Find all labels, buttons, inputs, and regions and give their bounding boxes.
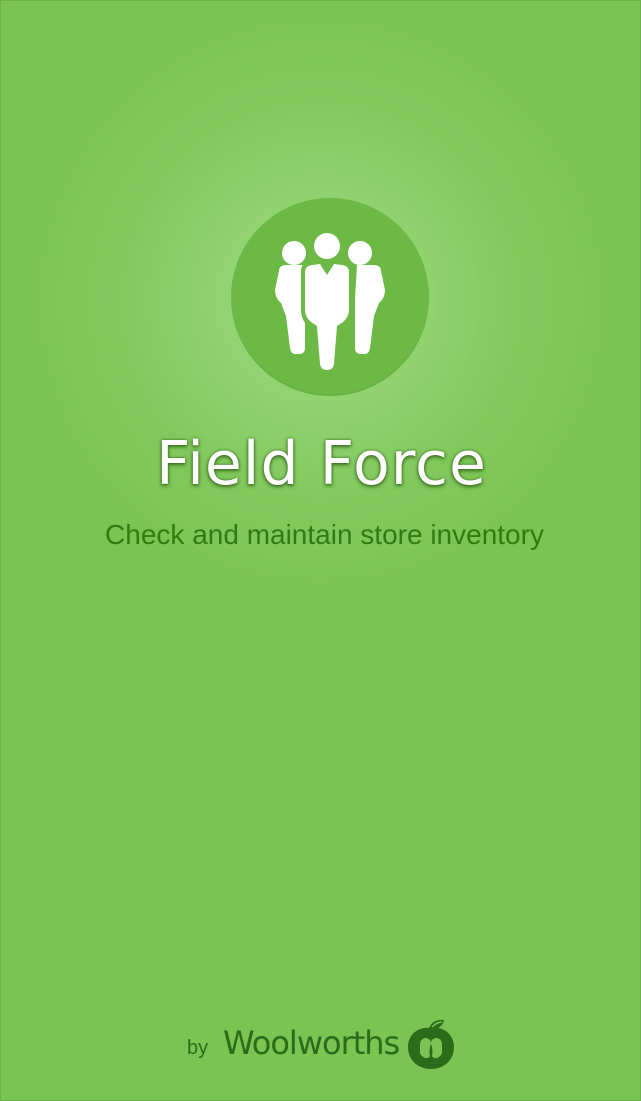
team-people-icon [275, 229, 385, 374]
woolworths-logo-icon [408, 1019, 454, 1069]
app-title: Field Force [156, 429, 487, 499]
footer-branding: by Woolworths [1, 1014, 641, 1074]
brand-name: Woolworths [223, 1024, 400, 1062]
app-logo [231, 198, 429, 396]
by-label: by [187, 1037, 209, 1059]
app-tagline: Check and maintain store inventory [105, 519, 544, 550]
splash-screen: Field Force Check and maintain store inv… [0, 0, 641, 1101]
